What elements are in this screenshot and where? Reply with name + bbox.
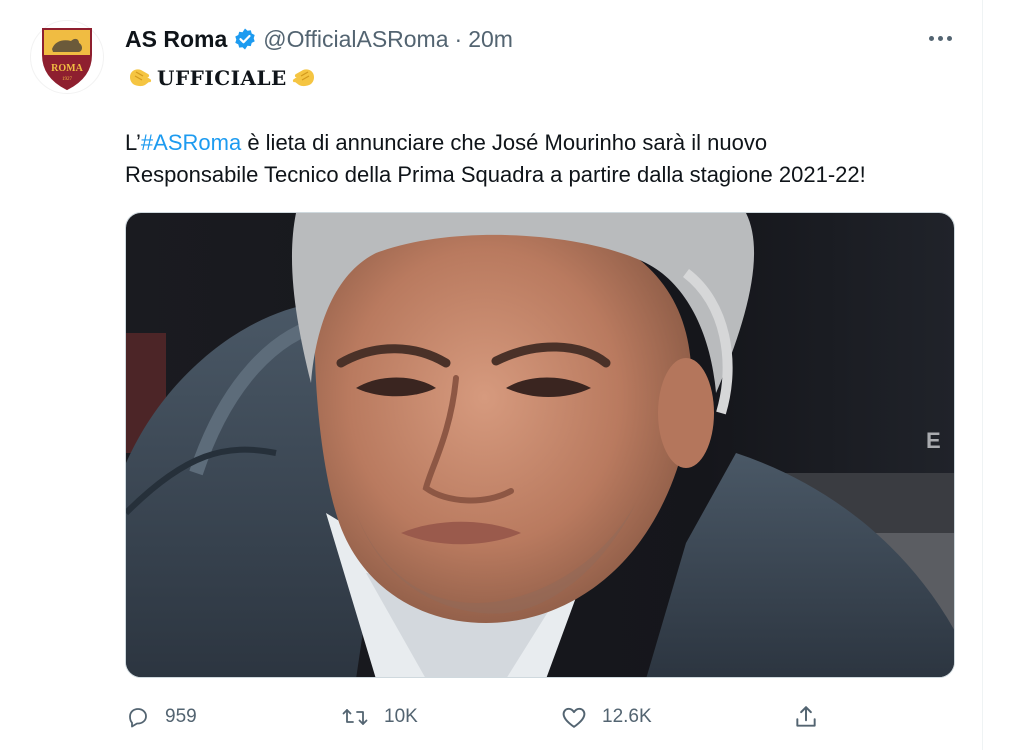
tweet-header: AS Roma @OfficialASRoma · 20m [125,24,513,54]
timestamp[interactable]: 20m [468,26,513,53]
timeline-border [982,0,983,750]
share-icon [796,706,816,727]
crest-label: ROMA [51,63,83,74]
retweet-icon [342,709,368,725]
clapping-hands-icon [291,64,317,93]
like-count: 12.6K [602,706,652,727]
tweet-actions: 959 10K 12.6K [125,700,825,734]
user-handle[interactable]: @OfficialASRoma [263,26,448,53]
meta-separator: · [454,25,463,52]
reply-icon [129,708,147,728]
heart-icon [562,707,586,728]
reply-button[interactable]: 959 [125,700,197,734]
clapping-hands-icon [127,64,153,93]
verified-badge-icon [233,27,257,51]
tweet-text-line-1: L’#ASRoma è lieta di annunciare che José… [125,127,965,159]
svg-text:E: E [926,428,941,453]
avatar[interactable]: ROMA 1927 [30,20,104,94]
tweet-photo[interactable]: E [125,212,955,678]
like-button[interactable]: 12.6K [560,700,652,734]
retweet-button[interactable]: 10K [340,700,418,734]
display-name[interactable]: AS Roma [125,26,227,53]
mourinho-photo: E [126,213,954,677]
headline-text: UFFICIALE [157,66,287,90]
hashtag-link[interactable]: #ASRoma [141,130,241,155]
share-button[interactable] [793,700,833,734]
tweet-text-line-2: Responsabile Tecnico della Prima Squadra… [125,162,866,187]
text-prefix: L’ [125,130,141,155]
retweet-count: 10K [384,706,418,727]
text-line-1-rest: è lieta di annunciare che José Mourinho … [241,130,768,155]
reply-count: 959 [165,706,197,727]
more-dots-icon[interactable] [922,28,958,48]
as-roma-crest-icon: ROMA 1927 [42,28,92,91]
tweet-headline: UFFICIALE [127,64,317,92]
tweet-text: L’#ASRoma è lieta di annunciare che José… [125,127,965,191]
crest-year: 1927 [62,77,73,82]
